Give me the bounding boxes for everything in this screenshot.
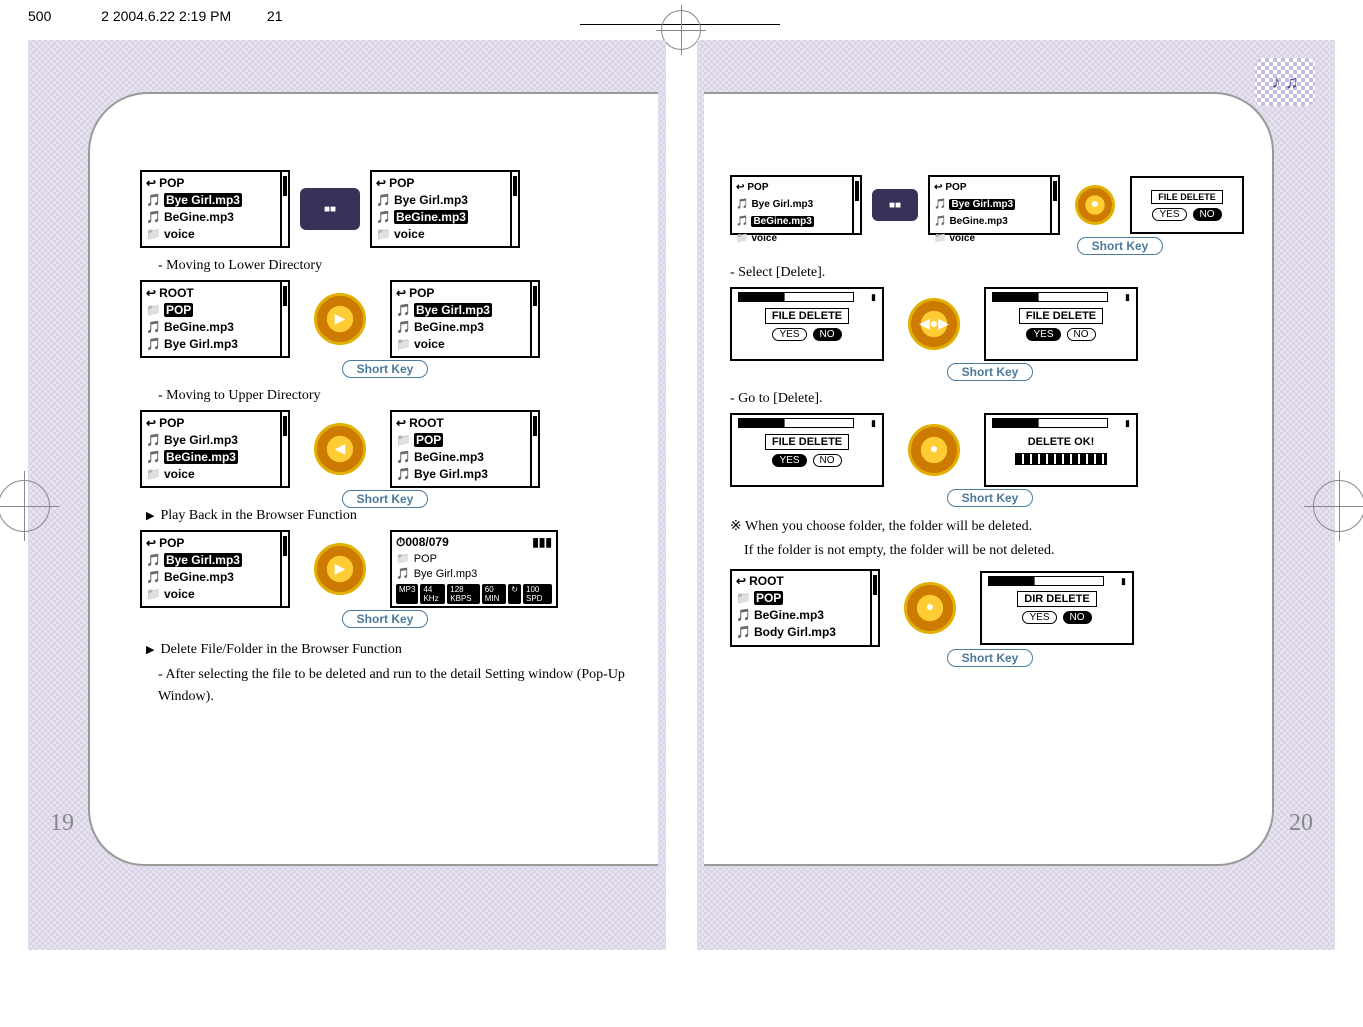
yes-button[interactable]: YES xyxy=(1026,328,1060,341)
row-top-right: POPBye Girl.mp3BeGine.mp3voice ■■ POPBye… xyxy=(730,175,1250,235)
progress-bar-icon xyxy=(1015,453,1107,465)
note-line-2: If the folder is not empty, the folder w… xyxy=(744,543,1055,558)
row-top-pair: POPBye Girl.mp3BeGine.mp3voice ■■ POPBye… xyxy=(140,170,630,248)
short-key-label: Short Key xyxy=(342,610,429,628)
progress-folder: POP xyxy=(414,553,437,565)
wheel-icon: ▶ xyxy=(300,283,380,355)
popup-file-delete-small: FILE DELETE YES NO xyxy=(1130,176,1244,234)
battery-icon: ▮ xyxy=(1125,292,1130,303)
wheel-icon: ◀●▶ xyxy=(894,288,974,360)
popup-file-delete-2: ▮ FILE DELETE YES NO xyxy=(984,287,1138,361)
battery-icon: ▮▮▮ xyxy=(532,535,552,550)
popup-delete-ok: ▮ DELETE OK! xyxy=(984,413,1138,487)
short-key-label: Short Key xyxy=(947,489,1034,507)
progress-tags: MP344 KHz128 KBPS60 MIN↻100 SPD xyxy=(396,584,552,604)
no-button[interactable]: NO xyxy=(813,454,842,467)
right-column: POPBye Girl.mp3BeGine.mp3voice ■■ POPBye… xyxy=(730,175,1250,667)
wheel-icon: ◀ xyxy=(300,413,380,485)
caption-goto-delete: - Go to [Delete]. xyxy=(730,391,1250,407)
popup-title: FILE DELETE xyxy=(765,308,849,324)
crop-mark-right xyxy=(1313,480,1363,532)
left-column: POPBye Girl.mp3BeGine.mp3voice ■■ POPBye… xyxy=(140,170,630,715)
short-key-3: Short Key xyxy=(140,610,630,628)
lcd-pop-4: POPBye Girl.mp3BeGine.mp3voice xyxy=(140,410,290,488)
lcd-root-2: ROOTPOPBeGine.mp3Bye Girl.mp3 xyxy=(390,410,540,488)
yes-button[interactable]: YES xyxy=(772,328,806,341)
header-line: 500 2 2004.6.22 2:19 PM 21 xyxy=(28,6,282,26)
yes-button[interactable]: YES xyxy=(772,454,806,467)
popup-title: FILE DELETE xyxy=(765,434,849,450)
device-icon: ■■ xyxy=(300,188,360,230)
popup-file-delete-3: ▮ FILE DELETE YES NO xyxy=(730,413,884,487)
yes-button[interactable]: YES xyxy=(1022,611,1056,624)
no-button[interactable]: NO xyxy=(1067,328,1096,341)
caption-upper-dir: - Moving to Upper Directory xyxy=(158,388,630,404)
short-key-label: Short Key xyxy=(947,649,1034,667)
yes-button[interactable]: YES xyxy=(1152,208,1186,221)
battery-icon: ▮ xyxy=(871,418,876,429)
popup-title: DIR DELETE xyxy=(1017,591,1096,607)
page-number-left: 19 xyxy=(50,810,74,837)
lcd-pop-5: POPBye Girl.mp3BeGine.mp3voice xyxy=(140,530,290,608)
short-key-label: Short Key xyxy=(1077,237,1164,255)
caption-lower-dir: - Moving to Lower Directory xyxy=(158,258,630,274)
music-note-icon: ♪ ♫ xyxy=(1255,58,1315,106)
no-button[interactable]: NO xyxy=(813,328,842,341)
crop-mark-left xyxy=(0,480,50,532)
lcd-pop-3: POPBye Girl.mp3BeGine.mp3voice xyxy=(390,280,540,358)
row-playback: POPBye Girl.mp3BeGine.mp3voice ▶ ⏱008/07… xyxy=(140,530,630,608)
wheel-icon: ● xyxy=(1070,180,1120,230)
short-key-2: Short Key xyxy=(140,490,630,508)
no-button[interactable]: NO xyxy=(1063,611,1092,624)
folder-icon xyxy=(396,552,410,565)
crop-mark-top xyxy=(661,10,701,50)
heading-delete-text: Delete File/Folder in the Browser Functi… xyxy=(160,642,401,657)
short-key-r2: Short Key xyxy=(730,363,1250,381)
row-select-delete: ▮ FILE DELETE YES NO ◀●▶ ▮ FILE DELETE YE… xyxy=(730,287,1250,361)
lcd-pop-1: POPBye Girl.mp3BeGine.mp3voice xyxy=(140,170,290,248)
short-key-label: Short Key xyxy=(342,490,429,508)
lcd-top-b: POPBye Girl.mp3BeGine.mp3voice xyxy=(928,175,1060,235)
popup-title: FILE DELETE xyxy=(1151,190,1223,204)
short-key-label: Short Key xyxy=(947,363,1034,381)
popup-title: FILE DELETE xyxy=(1019,308,1103,324)
lcd-pop-2: POPBye Girl.mp3BeGine.mp3voice xyxy=(370,170,520,248)
row-goto-delete: ▮ FILE DELETE YES NO ● ▮ DELETE OK! xyxy=(730,413,1250,487)
popup-dir-delete: ▮ DIR DELETE YES NO xyxy=(980,571,1134,645)
wheel-icon: ● xyxy=(890,572,970,644)
no-button[interactable]: NO xyxy=(1193,208,1222,221)
caption-after-select: - After selecting the file to be deleted… xyxy=(158,664,630,709)
row-dir-delete: ROOTPOPBeGine.mp3Body Girl.mp3 ● ▮ DIR D… xyxy=(730,569,1250,647)
row-upper-dir: POPBye Girl.mp3BeGine.mp3voice ◀ ROOTPOP… xyxy=(140,410,630,488)
wheel-icon: ▶ xyxy=(300,533,380,605)
progress-file: Bye Girl.mp3 xyxy=(414,568,478,580)
short-key-r3: Short Key xyxy=(730,489,1250,507)
note-line-1: When you choose folder, the folder will … xyxy=(745,519,1032,534)
battery-icon: ▮ xyxy=(1121,576,1126,587)
wheel-icon: ● xyxy=(894,414,974,486)
lcd-root-1: ROOTPOPBeGine.mp3Bye Girl.mp3 xyxy=(140,280,290,358)
file-icon xyxy=(396,567,410,580)
short-key-label: Short Key xyxy=(342,360,429,378)
track-count: 008/079 xyxy=(405,535,448,549)
heading-playback: Play Back in the Browser Function xyxy=(146,508,630,524)
lcd-root-3: ROOTPOPBeGine.mp3Body Girl.mp3 xyxy=(730,569,880,647)
device-icon: ■■ xyxy=(872,189,918,221)
battery-icon: ▮ xyxy=(1125,418,1130,429)
popup-title: DELETE OK! xyxy=(1022,435,1101,449)
short-key-r4: Short Key xyxy=(730,649,1250,667)
lcd-progress: ⏱008/079▮▮▮ POP Bye Girl.mp3 MP344 KHz12… xyxy=(390,530,558,608)
short-key-1: Short Key xyxy=(140,360,630,378)
lcd-top-a: POPBye Girl.mp3BeGine.mp3voice xyxy=(730,175,862,235)
battery-icon: ▮ xyxy=(871,292,876,303)
popup-file-delete-1: ▮ FILE DELETE YES NO xyxy=(730,287,884,361)
caption-select-delete: - Select [Delete]. xyxy=(730,265,1250,281)
heading-delete: Delete File/Folder in the Browser Functi… xyxy=(146,642,630,658)
note-block: ※ When you choose folder, the folder wil… xyxy=(730,515,1250,563)
page-number-right: 20 xyxy=(1289,810,1313,837)
row-lower-dir: ROOTPOPBeGine.mp3Bye Girl.mp3 ▶ POPBye G… xyxy=(140,280,630,358)
heading-playback-text: Play Back in the Browser Function xyxy=(160,508,356,523)
